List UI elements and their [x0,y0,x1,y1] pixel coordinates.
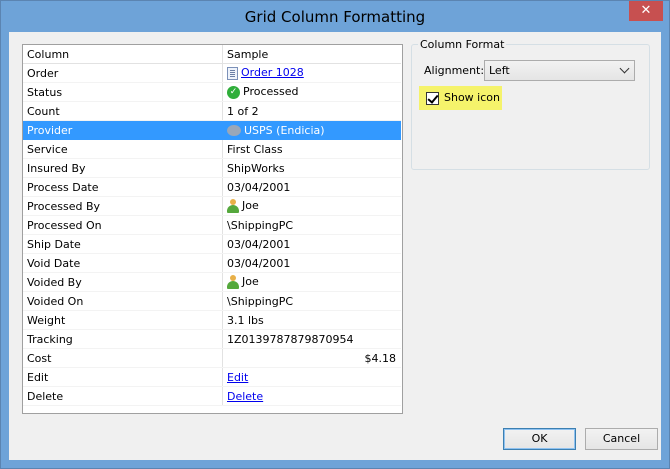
sample-value: 03/04/2001 [227,180,291,194]
sample-link[interactable]: Order 1028 [241,66,304,79]
show-icon-checkbox[interactable] [426,92,439,105]
dialog-body: Column Sample Order Order 1028 Status ✓ Proc… [9,32,661,460]
cell-column-name: Cost [23,348,223,368]
table-row[interactable]: Status ✓ Processed [23,82,401,102]
cell-sample: ✓ Processed [222,82,401,102]
table-row[interactable]: Provider USPS (Endicia) [23,120,401,140]
cell-sample: 03/04/2001 [222,234,401,254]
cell-sample: 03/04/2001 [222,177,401,197]
cell-sample: 3.1 lbs [222,310,401,330]
sample-value: \ShippingPC [227,294,294,308]
table-row[interactable]: Service First Class [23,139,401,159]
cell-column-name: Insured By [23,158,223,178]
check-icon: ✓ [227,85,240,99]
cell-sample: USPS (Endicia) [222,120,401,140]
sample-value: \ShippingPC [227,218,294,232]
table-row[interactable]: Process Date 03/04/2001 [23,177,401,197]
table-row[interactable]: Order Order 1028 [23,63,401,83]
sample-value: Joe [242,199,259,212]
cell-sample: Order 1028 [222,63,401,83]
cell-sample: Joe [222,196,401,216]
table-row[interactable]: Tracking 1Z0139787879870954 [23,329,401,349]
column-grid[interactable]: Column Sample Order Order 1028 Status ✓ Proc… [22,44,403,414]
sample-value: 1Z0139787879870954 [227,332,354,346]
cell-column-name: Processed By [23,196,223,216]
show-icon-label[interactable]: Show icon [444,91,500,104]
column-header-sample[interactable]: Sample [222,45,401,64]
cell-column-name: Edit [23,367,223,387]
cell-column-name: Weight [23,310,223,330]
sample-link[interactable]: Edit [227,371,248,384]
column-header-column[interactable]: Column [23,45,223,64]
dialog-title: Grid Column Formatting [244,8,426,26]
sample-value: 3.1 lbs [227,313,264,327]
sample-value: 1 of 2 [227,104,259,118]
sample-value: First Class [227,142,283,156]
title-bar[interactable]: Grid Column Formatting ✕ [1,1,669,32]
table-row[interactable]: Cost $4.18 [23,348,401,368]
usps-icon [227,125,241,136]
cell-sample: 03/04/2001 [222,253,401,273]
sample-value: 03/04/2001 [227,237,291,251]
table-row[interactable]: Count 1 of 2 [23,101,401,121]
table-row[interactable]: Voided By Joe [23,272,401,292]
cell-column-name: Ship Date [23,234,223,254]
cell-column-name: Count [23,101,223,121]
column-format-group: Column Format Alignment: Left Show icon [411,38,650,170]
cell-column-name: Delete [23,386,223,406]
column-format-label: Column Format [418,38,507,51]
close-button[interactable]: ✕ [629,1,663,21]
dialog-window: Grid Column Formatting ✕ Column Sample O… [0,0,670,469]
sample-value: ShipWorks [227,161,285,175]
show-icon-highlight: Show icon [419,86,502,110]
cell-column-name: Processed On [23,215,223,235]
cell-sample: 1Z0139787879870954 [222,329,401,349]
cell-column-name: Tracking [23,329,223,349]
ok-button[interactable]: OK [503,428,576,450]
table-row[interactable]: Voided On \ShippingPC [23,291,401,311]
sample-value: $4.18 [364,351,397,365]
cell-column-name: Voided On [23,291,223,311]
cell-sample: First Class [222,139,401,159]
sample-value: Joe [242,275,259,288]
table-row[interactable]: Ship Date 03/04/2001 [23,234,401,254]
cell-sample: 1 of 2 [222,101,401,121]
cell-column-name: Provider [23,120,223,140]
cell-column-name: Service [23,139,223,159]
cell-column-name: Order [23,63,223,83]
sample-value: USPS (Endicia) [244,123,325,137]
cell-column-name: Voided By [23,272,223,292]
cell-sample: \ShippingPC [222,215,401,235]
cell-sample: Joe [222,272,401,292]
alignment-value: Left [489,64,510,77]
cell-sample: ShipWorks [222,158,401,178]
table-row[interactable]: Delete Delete [23,386,401,406]
cell-column-name: Void Date [23,253,223,273]
table-row[interactable]: Weight 3.1 lbs [23,310,401,330]
cell-sample: $4.18 [222,348,401,368]
table-row[interactable]: Edit Edit [23,367,401,387]
table-row[interactable]: Processed By Joe [23,196,401,216]
sample-value: 03/04/2001 [227,256,291,270]
chevron-down-icon [619,63,630,74]
cell-column-name: Status [23,82,223,102]
sample-value: Processed [243,85,299,99]
user-icon [227,275,239,289]
cancel-button[interactable]: Cancel [585,428,658,450]
user-icon [227,199,239,213]
table-row[interactable]: Insured By ShipWorks [23,158,401,178]
sample-link[interactable]: Delete [227,390,263,403]
cell-sample: Edit [222,367,401,387]
cell-column-name: Process Date [23,177,223,197]
table-row[interactable]: Processed On \ShippingPC [23,215,401,235]
grid-header-row: Column Sample [23,45,401,64]
alignment-select[interactable]: Left [484,60,635,81]
table-row[interactable]: Void Date 03/04/2001 [23,253,401,273]
cell-sample: \ShippingPC [222,291,401,311]
cell-sample: Delete [222,386,401,406]
order-icon [227,66,238,80]
alignment-label: Alignment: [424,64,485,77]
